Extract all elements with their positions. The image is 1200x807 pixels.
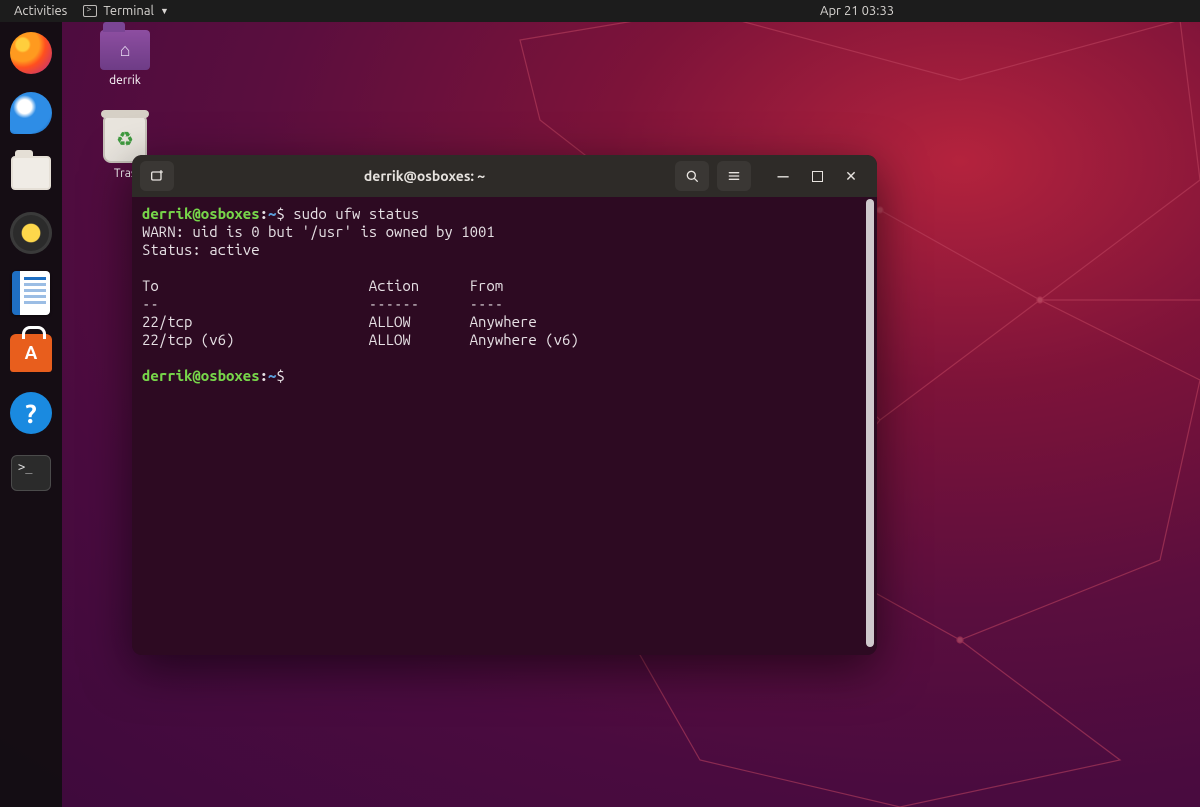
thunderbird-icon	[10, 92, 52, 134]
hamburger-icon	[726, 168, 742, 184]
top-panel: Activities Terminal ▼ Apr 21 03:33	[0, 0, 1200, 22]
minimize-button[interactable]: –	[773, 166, 793, 186]
terminal-launcher-icon: >_	[11, 455, 51, 491]
home-folder-icon[interactable]: ⌂ derrik	[90, 30, 160, 87]
search-button[interactable]	[675, 161, 709, 191]
maximize-icon	[812, 171, 823, 182]
new-tab-icon	[149, 168, 165, 184]
search-icon	[684, 168, 700, 184]
prompt-user-2: derrik@osboxes	[142, 367, 260, 384]
maximize-button[interactable]	[807, 166, 827, 186]
prompt-colon: :	[260, 205, 268, 222]
app-menu-label: Terminal	[103, 4, 154, 18]
prompt-dollar: $	[276, 205, 293, 222]
home-folder-label: derrik	[109, 74, 141, 87]
files-icon	[11, 156, 51, 190]
command-1: sudo ufw status	[293, 205, 419, 222]
dock-help[interactable]: ?	[8, 390, 54, 436]
panel-clock[interactable]: Apr 21 03:33	[820, 4, 894, 18]
home-glyph-icon: ⌂	[100, 30, 150, 70]
dock: ? >_	[0, 22, 62, 807]
terminal-window: derrik@osboxes: ~ – ✕ derrik@osboxes:~$ …	[132, 155, 877, 655]
terminal-body[interactable]: derrik@osboxes:~$ sudo ufw status WARN: …	[132, 197, 877, 655]
prompt-colon-2: :	[260, 367, 268, 384]
chevron-down-icon: ▼	[160, 6, 169, 16]
firefox-icon	[10, 32, 52, 74]
hamburger-menu-button[interactable]	[717, 161, 751, 191]
app-menu-button[interactable]: Terminal ▼	[75, 4, 177, 18]
software-icon	[10, 334, 52, 372]
terminal-titlebar[interactable]: derrik@osboxes: ~ – ✕	[132, 155, 877, 197]
rhythmbox-icon	[10, 212, 52, 254]
terminal-icon	[83, 5, 97, 17]
close-button[interactable]: ✕	[841, 166, 861, 186]
dock-files[interactable]	[8, 150, 54, 196]
dock-software[interactable]	[8, 330, 54, 376]
dock-writer[interactable]	[8, 270, 54, 316]
help-icon: ?	[10, 392, 52, 434]
writer-icon	[12, 271, 50, 315]
activities-button[interactable]: Activities	[6, 4, 75, 18]
terminal-scrollbar[interactable]	[866, 199, 874, 647]
window-title: derrik@osboxes: ~	[182, 168, 667, 184]
dock-firefox[interactable]	[8, 30, 54, 76]
new-tab-button[interactable]	[140, 161, 174, 191]
dock-rhythmbox[interactable]	[8, 210, 54, 256]
prompt-dollar-2: $	[276, 367, 293, 384]
dock-thunderbird[interactable]	[8, 90, 54, 136]
prompt-user: derrik@osboxes	[142, 205, 260, 222]
command-output: WARN: uid is 0 but '/usr' is owned by 10…	[142, 223, 579, 348]
window-controls: – ✕	[759, 166, 869, 186]
dock-terminal[interactable]: >_	[8, 450, 54, 496]
